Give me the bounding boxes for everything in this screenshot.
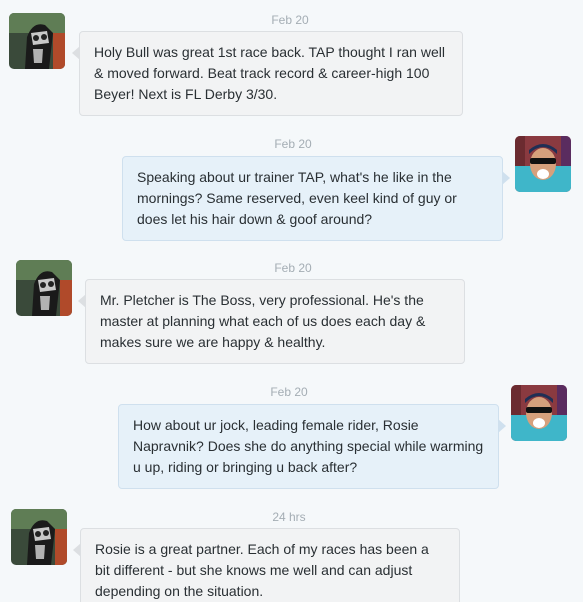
message-bubble: Rosie is a great partner. Each of my rac… — [73, 528, 460, 602]
message-bubble: How about ur jock, leading female rider,… — [118, 404, 506, 489]
message-timestamp: Feb 20 — [271, 13, 309, 27]
message-timestamp: Feb 20 — [274, 261, 312, 275]
racehorse-avatar-icon[interactable] — [16, 260, 72, 316]
user-avatar-icon[interactable] — [515, 136, 571, 192]
message-bubble: Mr. Pletcher is The Boss, very professio… — [78, 279, 465, 364]
racehorse-avatar-icon[interactable] — [11, 509, 67, 565]
message-timestamp: Feb 20 — [270, 385, 308, 399]
message-bubble: Holy Bull was great 1st race back. TAP t… — [72, 31, 463, 116]
user-avatar-icon[interactable] — [511, 385, 567, 441]
message-timestamp: 24 hrs — [272, 510, 306, 524]
message-timestamp: Feb 20 — [274, 137, 312, 151]
message-bubble: Speaking about ur trainer TAP, what's he… — [122, 156, 510, 241]
racehorse-avatar-icon[interactable] — [9, 13, 65, 69]
conversation-thread: Feb 20 Holy Bull was great 1st race back… — [0, 0, 583, 602]
